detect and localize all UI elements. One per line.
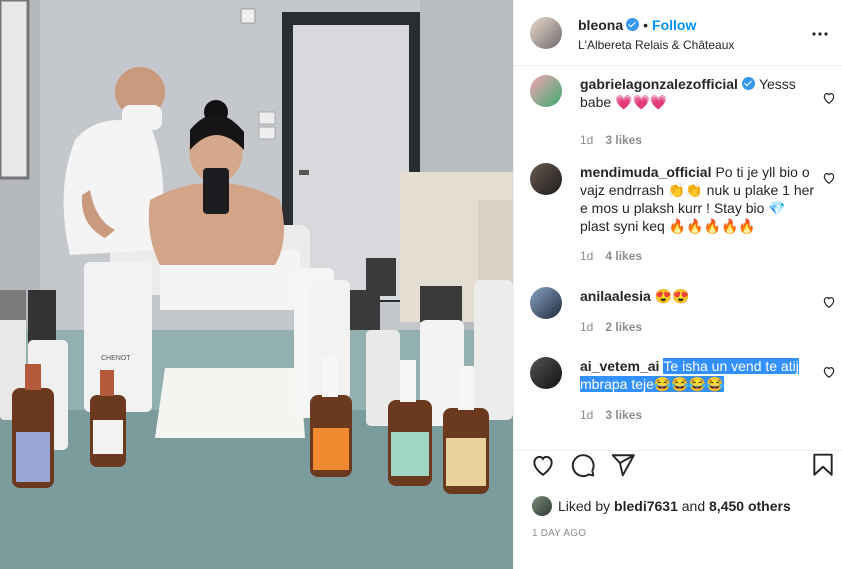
comment-text-block: ai_vetem_ai Te isha un vend te atij mbrap… xyxy=(580,357,816,393)
comment-age: 1d xyxy=(580,249,594,263)
comment-text-block: mendimuda_official Po ti je yll bio o vaj… xyxy=(580,163,816,235)
comment-likes[interactable]: 2 likes xyxy=(605,320,642,334)
comments-list[interactable]: gabrielagonzalezofficial Yesss babe 💗💗💗 1… xyxy=(514,67,842,450)
liker-username[interactable]: bledi7631 xyxy=(614,498,678,514)
liker-avatar[interactable] xyxy=(532,496,552,516)
comment-likes[interactable]: 3 likes xyxy=(605,408,642,422)
heart-icon[interactable] xyxy=(822,365,836,379)
heart-icon[interactable] xyxy=(822,91,836,105)
commenter-avatar[interactable] xyxy=(530,287,562,319)
share-icon[interactable] xyxy=(610,452,636,478)
comment-meta: 1d 2 likes xyxy=(580,320,654,334)
comment-text-block: gabrielagonzalezofficial Yesss babe 💗💗💗 xyxy=(580,75,816,111)
commenter-avatar[interactable] xyxy=(530,75,562,107)
action-bar xyxy=(514,450,842,490)
commenter-username[interactable]: mendimuda_official xyxy=(580,164,711,180)
author-avatar[interactable] xyxy=(530,17,562,49)
likes-count[interactable]: 8,450 others xyxy=(709,498,791,514)
post-location[interactable]: L'Albereta Relais & Châteaux xyxy=(578,38,734,52)
brand-label: CHENOT xyxy=(101,355,131,362)
comment-text: 😍😍 xyxy=(654,288,690,304)
comment-age: 1d xyxy=(580,320,594,334)
post-sidebar: bleona • Follow L'Albereta Relais & Châtea… xyxy=(513,0,842,569)
post-timestamp[interactable]: 1 DAY AGO xyxy=(532,528,586,539)
comment-likes[interactable]: 3 likes xyxy=(605,133,642,147)
commenter-username[interactable]: anilaalesia xyxy=(580,288,651,304)
author-username[interactable]: bleona xyxy=(578,17,623,33)
comment-meta: 1d 4 likes xyxy=(580,249,654,263)
comment-meta: 1d 3 likes xyxy=(580,133,654,147)
comment-meta: 1d 3 likes xyxy=(580,408,654,422)
heart-icon[interactable] xyxy=(822,171,836,185)
heart-icon[interactable] xyxy=(822,295,836,309)
commenter-username[interactable]: gabrielagonzalezofficial xyxy=(580,76,738,92)
liked-by-and: and xyxy=(681,498,706,514)
comment-age: 1d xyxy=(580,133,594,147)
comment-likes[interactable]: 4 likes xyxy=(605,249,642,263)
bookmark-icon[interactable] xyxy=(810,452,836,478)
heart-icon[interactable] xyxy=(530,452,556,478)
post-photo-scene: CHENOT xyxy=(0,0,513,569)
liked-by-prefix: Liked by xyxy=(558,498,611,514)
header-separator: • xyxy=(643,17,649,33)
comment-icon[interactable] xyxy=(570,452,596,478)
liked-by-row: Liked by bledi7631 and 8,450 others xyxy=(532,496,791,516)
post-photo[interactable]: CHENOT xyxy=(0,0,513,569)
more-options-icon[interactable] xyxy=(811,25,829,43)
verified-badge-icon xyxy=(626,18,640,31)
commenter-avatar[interactable] xyxy=(530,163,562,195)
commenter-username[interactable]: ai_vetem_ai xyxy=(580,358,659,374)
verified-badge-icon xyxy=(741,77,755,90)
comment-text-block: anilaalesia 😍😍 xyxy=(580,287,816,305)
comment-age: 1d xyxy=(580,408,594,422)
post-header: bleona • Follow L'Albereta Relais & Châtea… xyxy=(514,0,842,66)
commenter-avatar[interactable] xyxy=(530,357,562,389)
follow-button[interactable]: Follow xyxy=(652,17,696,33)
